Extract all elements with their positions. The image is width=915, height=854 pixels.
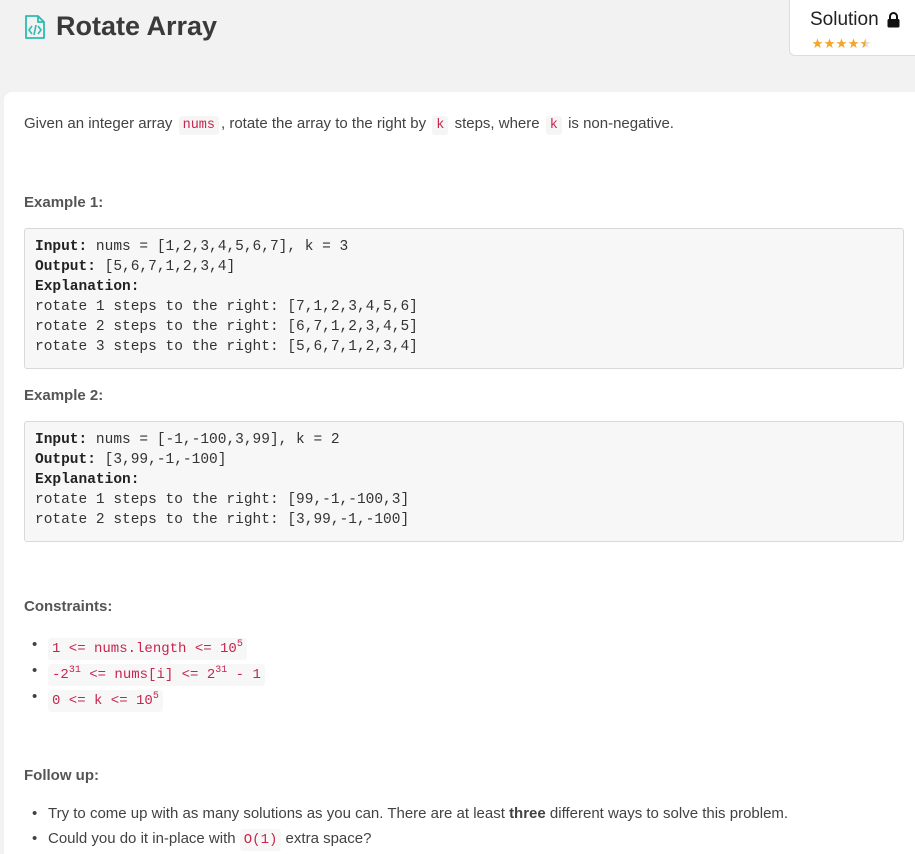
example-1-code-block: Input: nums = [1,2,3,4,5,6,7], k = 3 Out…	[24, 228, 904, 369]
explanation-line: rotate 1 steps to the right: [99,-1,-100…	[35, 492, 410, 508]
problem-description-panel: Given an integer array nums, rotate the …	[4, 92, 915, 854]
constraint-text: - 1	[227, 667, 261, 683]
star-icon	[812, 36, 823, 49]
example-2-code-block: Input: nums = [-1,-100,3,99], k = 2 Outp…	[24, 421, 904, 542]
constraint-text: <= nums[i] <= 2	[80, 667, 216, 683]
statement-text: is non-negative.	[568, 115, 674, 132]
follow-up-heading: Follow up:	[24, 767, 99, 784]
input-label: Input:	[35, 432, 88, 448]
follow-up-list: Try to come up with as many solutions as…	[32, 801, 789, 851]
solution-label-wrap: Solution	[810, 9, 900, 31]
half-star-icon	[860, 36, 871, 49]
explanation-line: rotate 2 steps to the right: [6,7,1,2,3,…	[35, 319, 418, 335]
explanation-line: rotate 2 steps to the right: [3,99,-1,-1…	[35, 512, 410, 528]
star-icon	[824, 36, 835, 49]
list-item: -231 <= nums[i] <= 231 - 1	[32, 658, 265, 686]
follow-up-bold: three	[509, 805, 546, 822]
output-value: [5,6,7,1,2,3,4]	[95, 259, 236, 275]
input-value: nums = [1,2,3,4,5,6,7], k = 3	[87, 239, 349, 255]
constraint-code: 1 <= nums.length <= 105	[48, 638, 247, 660]
constraints-heading: Constraints:	[24, 598, 113, 615]
constraint-text: 1 <= nums.length <= 10	[52, 641, 237, 657]
star-icon	[848, 36, 859, 49]
input-label: Input:	[35, 239, 88, 255]
follow-up-text: extra space?	[281, 830, 372, 847]
constraint-text: 0 <= k <= 10	[52, 693, 153, 709]
title-wrap: Rotate Array	[24, 11, 217, 42]
example-1-heading: Example 1:	[24, 194, 104, 211]
statement-text: Given an integer array	[24, 115, 173, 132]
lock-icon	[887, 12, 900, 28]
output-label: Output:	[35, 452, 96, 468]
constraint-code: -231 <= nums[i] <= 231 - 1	[48, 664, 265, 686]
inline-code: O(1)	[239, 829, 282, 851]
constraint-exponent: 31	[215, 665, 228, 676]
follow-up-text: Try to come up with as many solutions as…	[48, 805, 510, 822]
input-value: nums = [-1,-100,3,99], k = 2	[87, 432, 340, 448]
rating-stars	[812, 36, 871, 49]
constraints-list: 1 <= nums.length <= 105 -231 <= nums[i] …	[32, 632, 265, 712]
solution-tab[interactable]: Solution	[789, 0, 915, 56]
follow-up-text: Could you do it in-place with	[48, 830, 240, 847]
follow-up-text: different ways to solve this problem.	[545, 805, 789, 822]
output-label: Output:	[35, 259, 96, 275]
statement-text: steps, where	[454, 115, 540, 132]
problem-header: Rotate Array Solution	[0, 0, 915, 92]
list-item: 0 <= k <= 105	[32, 684, 265, 712]
explanation-line: rotate 1 steps to the right: [7,1,2,3,4,…	[35, 299, 418, 315]
example-2-heading: Example 2:	[24, 387, 104, 404]
constraint-text: -2	[52, 667, 69, 683]
list-item: 1 <= nums.length <= 105	[32, 632, 265, 660]
constraint-exponent: 5	[236, 639, 243, 650]
list-item: Could you do it in-place with O(1) extra…	[32, 826, 788, 851]
constraint-exponent: 5	[152, 691, 159, 702]
statement-text: , rotate the array to the right by	[221, 115, 427, 132]
constraint-code: 0 <= k <= 105	[48, 690, 163, 712]
output-value: [3,99,-1,-100]	[95, 452, 227, 468]
solution-label: Solution	[810, 9, 879, 30]
inline-code: nums	[178, 116, 219, 135]
constraint-exponent: 31	[68, 665, 81, 676]
list-item: Try to come up with as many solutions as…	[32, 801, 789, 826]
explanation-label: Explanation:	[35, 279, 140, 295]
inline-code: k	[545, 116, 562, 135]
inline-code: k	[432, 116, 449, 135]
star-icon	[836, 36, 847, 49]
code-file-icon	[24, 14, 46, 39]
problem-statement: Given an integer array nums, rotate the …	[24, 114, 674, 136]
explanation-label: Explanation:	[35, 472, 140, 488]
explanation-line: rotate 3 steps to the right: [5,6,7,1,2,…	[35, 339, 418, 355]
page-title: Rotate Array	[56, 11, 218, 41]
